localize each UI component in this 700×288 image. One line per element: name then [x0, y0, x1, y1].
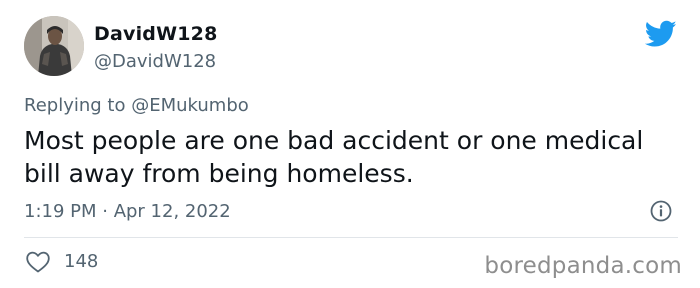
tweet-timestamp[interactable]: 1:19 PM · Apr 12, 2022	[24, 200, 231, 224]
author-handle[interactable]: @DavidW128	[94, 50, 216, 74]
divider	[24, 237, 678, 238]
reply-prefix: Replying to	[24, 95, 132, 116]
avatar-photo	[24, 16, 84, 76]
heart-icon[interactable]	[25, 250, 51, 274]
tweet-text: Most people are one bad accident or one …	[24, 126, 644, 188]
watermark: boredpanda.com	[484, 253, 682, 279]
info-icon[interactable]	[649, 199, 673, 223]
twitter-bird-icon[interactable]	[644, 20, 677, 48]
reply-context: Replying to @EMukumbo	[24, 94, 249, 118]
like-count: 148	[64, 251, 99, 272]
avatar[interactable]	[24, 16, 84, 76]
reply-mention-link[interactable]: @EMukumbo	[131, 95, 249, 116]
tweet-card: DavidW128 @DavidW128 Replying to @EMukum…	[0, 0, 700, 288]
author-display-name[interactable]: DavidW128	[94, 22, 218, 46]
